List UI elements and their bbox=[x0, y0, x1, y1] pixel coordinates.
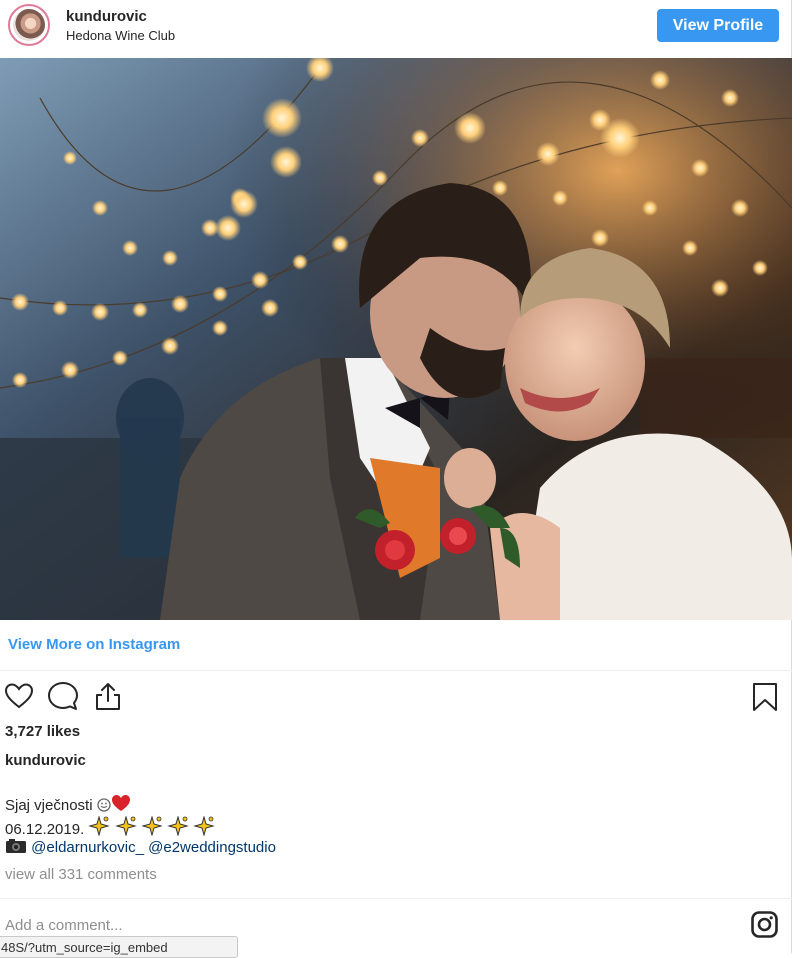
sparkle-emoji-icon bbox=[193, 815, 215, 840]
heart-icon[interactable] bbox=[4, 681, 34, 716]
caption-username[interactable]: kundurovic bbox=[5, 752, 86, 769]
sparkle-emoji-icon bbox=[140, 815, 163, 840]
avatar-image bbox=[13, 9, 45, 41]
status-bar-url-tooltip: 48S/?utm_source=ig_embed bbox=[0, 936, 238, 958]
post-photo[interactable] bbox=[0, 58, 792, 620]
sparkle-emoji-icon bbox=[167, 815, 189, 840]
smiling-emoji-icon bbox=[97, 798, 111, 816]
divider bbox=[0, 898, 792, 899]
divider bbox=[0, 670, 792, 671]
username[interactable]: kundurovic bbox=[66, 8, 147, 25]
share-icon[interactable] bbox=[93, 681, 123, 716]
view-all-comments-link[interactable]: view all 331 comments bbox=[5, 866, 157, 883]
caption-date: 06.12.2019. bbox=[5, 821, 89, 838]
avatar[interactable] bbox=[8, 4, 50, 46]
camera-emoji-icon bbox=[5, 838, 27, 858]
caption-line-3: @eldarnurkovic_ @e2weddingstudio bbox=[5, 838, 276, 858]
comment-icon[interactable] bbox=[48, 681, 78, 716]
caption-line-1: Sjaj vječnosti bbox=[5, 794, 131, 816]
sparkle-emoji-icon bbox=[114, 815, 137, 840]
likes-count[interactable]: 3,727 likes bbox=[5, 723, 80, 740]
mention-link[interactable]: @e2weddingstudio bbox=[148, 839, 276, 856]
instagram-embed-card: kundurovic Hedona Wine Club View Profile bbox=[0, 0, 792, 953]
mention-link[interactable]: @eldarnurkovic_ bbox=[31, 839, 144, 856]
view-more-on-instagram-link[interactable]: View More on Instagram bbox=[8, 636, 180, 653]
instagram-icon[interactable] bbox=[751, 911, 778, 943]
sparkle-emoji-icon bbox=[88, 815, 111, 840]
post-header: kundurovic Hedona Wine Club View Profile bbox=[0, 0, 792, 56]
bookmark-icon[interactable] bbox=[752, 682, 778, 717]
add-comment-input[interactable] bbox=[5, 914, 565, 936]
caption-line-2: 06.12.2019. bbox=[5, 815, 215, 840]
caption-text: Sjaj vječnosti bbox=[5, 797, 97, 814]
red-heart-emoji-icon bbox=[111, 794, 131, 816]
location[interactable]: Hedona Wine Club bbox=[66, 28, 175, 43]
sparkle-emoji-row bbox=[88, 815, 215, 838]
view-profile-button[interactable]: View Profile bbox=[657, 9, 779, 42]
post-photo-image bbox=[0, 58, 792, 620]
